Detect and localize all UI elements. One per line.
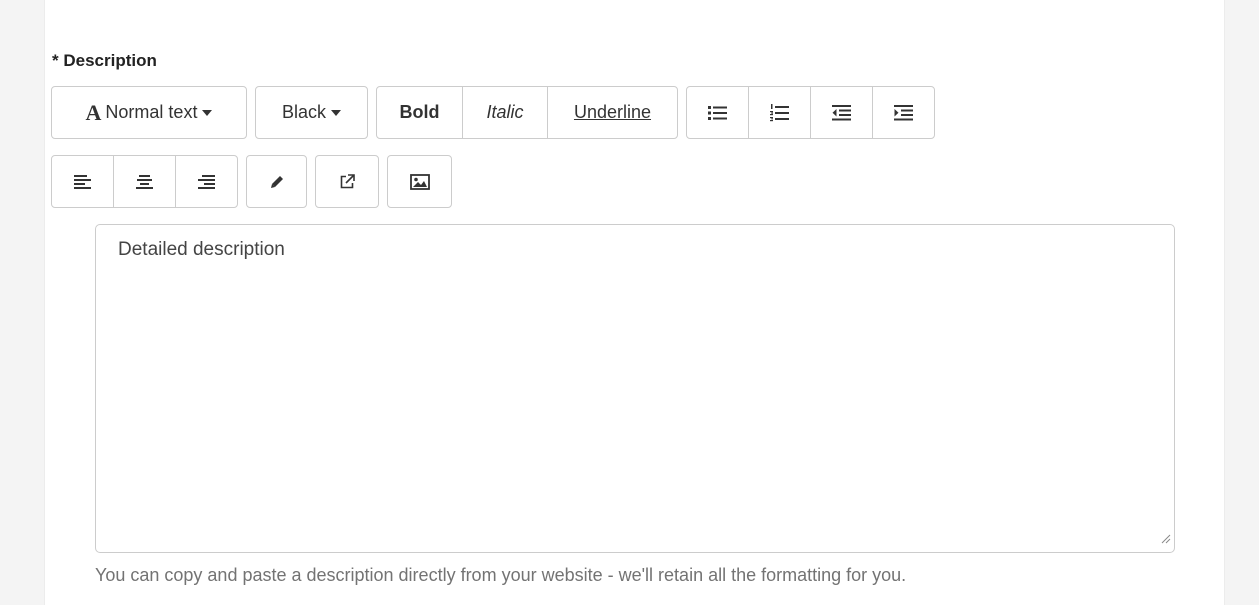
image-icon <box>409 173 430 190</box>
insert-link-button[interactable] <box>315 155 379 208</box>
editor-toolbar-row-2 <box>51 155 460 208</box>
editor-placeholder: Detailed description <box>118 239 285 260</box>
list-ul-icon <box>707 105 728 121</box>
underline-button[interactable]: Underline <box>547 86 678 139</box>
align-center-icon <box>135 174 154 189</box>
text-color-dropdown[interactable]: Black <box>255 86 368 139</box>
insert-image-button[interactable] <box>387 155 452 208</box>
unordered-list-button[interactable] <box>686 86 749 139</box>
align-left-icon <box>73 174 92 189</box>
pencil-group <box>246 155 307 208</box>
description-editor[interactable]: Detailed description <box>95 224 1175 553</box>
pencil-icon <box>270 175 284 189</box>
image-group <box>387 155 452 208</box>
external-link-icon <box>339 173 355 190</box>
ordered-list-button[interactable] <box>748 86 811 139</box>
link-group <box>315 155 379 208</box>
indent-icon <box>893 104 914 121</box>
align-right-button[interactable] <box>175 155 238 208</box>
outdent-icon <box>831 104 852 121</box>
edit-html-button[interactable] <box>246 155 307 208</box>
emphasis-group: Bold Italic Underline <box>376 86 678 139</box>
editor-toolbar-row-1: A Normal text Black Bold Italic Underlin… <box>51 86 943 139</box>
font-size-dropdown[interactable]: A Normal text <box>51 86 247 139</box>
text-color-label: Black <box>281 102 326 122</box>
chevron-down-icon <box>202 109 213 116</box>
font-glyph: A <box>85 99 102 125</box>
outdent-button[interactable] <box>810 86 873 139</box>
chevron-down-icon <box>331 109 341 116</box>
color-group: Black <box>255 86 368 139</box>
italic-button[interactable]: Italic <box>462 86 548 139</box>
description-label: * Description <box>52 51 157 70</box>
bold-button[interactable]: Bold <box>376 86 463 139</box>
align-right-icon <box>197 174 216 189</box>
font-size-label: Normal text <box>105 102 198 122</box>
align-group <box>51 155 238 208</box>
align-left-button[interactable] <box>51 155 114 208</box>
align-center-button[interactable] <box>113 155 176 208</box>
description-help-text: You can copy and paste a description dir… <box>95 565 907 585</box>
list-group <box>686 86 935 139</box>
font-size-group: A Normal text <box>51 86 247 139</box>
resize-grip-icon[interactable] <box>1159 531 1171 549</box>
indent-button[interactable] <box>872 86 935 139</box>
list-ol-icon <box>769 103 790 122</box>
